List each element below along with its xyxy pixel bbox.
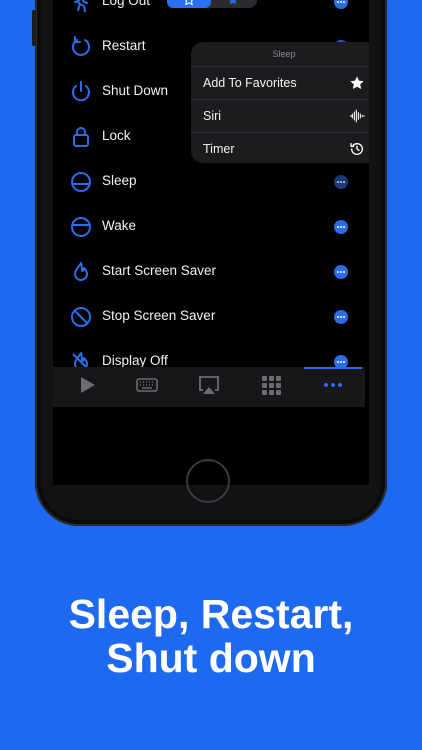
list-item-start-screen-saver[interactable]: Start Screen Saver bbox=[53, 250, 369, 294]
list-item-log-out[interactable]: Log Out bbox=[53, 0, 369, 24]
promo-headline: Sleep, Restart, Shut down bbox=[0, 592, 422, 680]
home-button[interactable] bbox=[186, 459, 230, 503]
list-item-label: Log Out bbox=[102, 0, 151, 8]
list-item-label: Shut Down bbox=[102, 83, 169, 98]
tab-bar bbox=[53, 367, 365, 407]
siri-waveform-icon bbox=[349, 109, 365, 123]
prohibited-icon bbox=[71, 307, 91, 327]
lock-icon bbox=[73, 127, 89, 147]
star-icon bbox=[350, 76, 364, 89]
tab-selected-indicator bbox=[304, 367, 362, 369]
grid-icon[interactable] bbox=[259, 373, 283, 397]
list-item-label: Start Screen Saver bbox=[102, 263, 217, 278]
list-item-wake[interactable]: Wake bbox=[53, 205, 369, 249]
more-options-icon[interactable] bbox=[334, 175, 348, 189]
play-icon[interactable] bbox=[75, 373, 99, 397]
airplay-icon[interactable] bbox=[197, 373, 221, 397]
power-icon bbox=[72, 81, 90, 102]
menu-item-siri[interactable]: Siri bbox=[191, 100, 369, 133]
keyboard-icon[interactable] bbox=[135, 373, 159, 397]
context-menu: Sleep Add To Favorites Siri Timer bbox=[191, 42, 369, 163]
menu-item-timer[interactable]: Timer bbox=[191, 133, 369, 163]
timer-icon bbox=[350, 143, 363, 155]
headline-line-1: Sleep, Restart, bbox=[68, 591, 354, 637]
more-options-icon[interactable] bbox=[334, 265, 348, 279]
list-item-stop-screen-saver[interactable]: Stop Screen Saver bbox=[53, 295, 369, 339]
phone-side-button bbox=[32, 10, 36, 46]
restart-icon bbox=[72, 36, 90, 56]
context-menu-title: Sleep bbox=[191, 42, 369, 67]
menu-item-add-to-favorites[interactable]: Add To Favorites bbox=[191, 67, 369, 100]
menu-item-label: Add To Favorites bbox=[203, 76, 297, 90]
list-item-label: Stop Screen Saver bbox=[102, 308, 216, 323]
menu-item-label: Siri bbox=[203, 109, 222, 123]
headline-line-2: Shut down bbox=[106, 635, 316, 681]
phone-screen: Log Out Restart Shut Down Lock Sleep Wak… bbox=[53, 0, 369, 485]
list-item-sleep[interactable]: Sleep bbox=[53, 160, 369, 204]
list-item-label: Wake bbox=[102, 218, 137, 233]
wake-icon bbox=[71, 217, 91, 237]
phone-frame: Log Out Restart Shut Down Lock Sleep Wak… bbox=[35, 0, 387, 526]
more-options-icon[interactable] bbox=[334, 310, 348, 324]
menu-item-label: Timer bbox=[203, 142, 235, 156]
list-item-label: Sleep bbox=[102, 173, 137, 188]
walking-person-icon bbox=[74, 0, 88, 12]
list-item-label: Display Off bbox=[102, 353, 168, 368]
more-options-icon[interactable] bbox=[334, 220, 348, 234]
more-options-icon[interactable] bbox=[334, 0, 348, 9]
sleep-icon bbox=[71, 172, 91, 192]
list-item-label: Restart bbox=[102, 38, 146, 53]
list-item-label: Lock bbox=[102, 128, 131, 143]
more-icon[interactable] bbox=[321, 373, 345, 397]
screen-saver-icon bbox=[74, 262, 88, 281]
